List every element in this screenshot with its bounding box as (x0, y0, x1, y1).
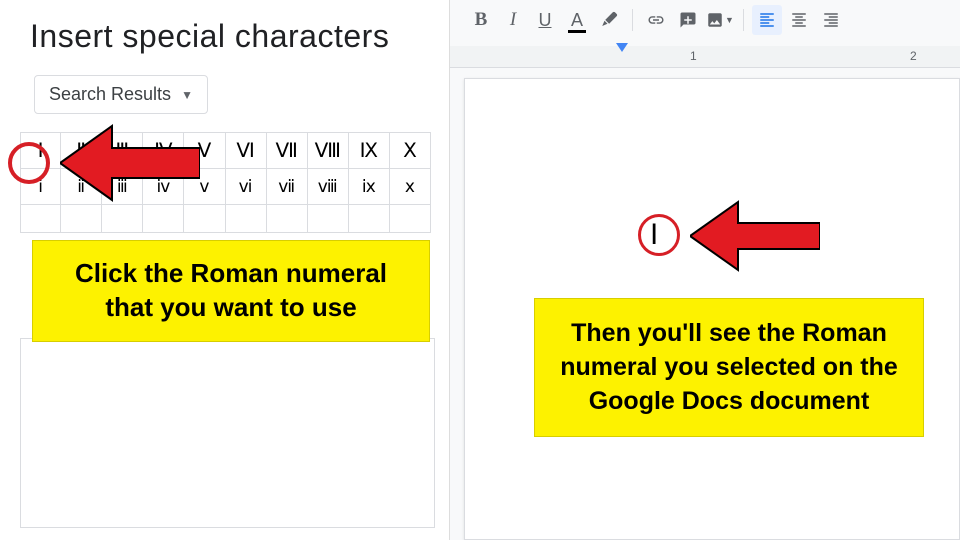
add-comment-button[interactable] (673, 5, 703, 35)
annotation-arrow-right (690, 196, 820, 276)
callout-text: Click the Roman numeral that you want to… (51, 257, 411, 325)
char-cell[interactable]: ⅵ (226, 169, 267, 205)
chevron-down-icon: ▼ (181, 88, 193, 102)
annotation-circle-right (638, 214, 680, 256)
horizontal-ruler[interactable]: 1 2 (450, 46, 960, 68)
char-cell[interactable] (226, 205, 267, 233)
ruler-tick: 1 (690, 49, 697, 63)
char-cell[interactable]: ⅹ (390, 169, 431, 205)
char-cell[interactable]: ⅸ (349, 169, 390, 205)
char-cell[interactable] (390, 205, 431, 233)
search-results-dropdown[interactable]: Search Results ▼ (34, 75, 208, 114)
char-row-blank (20, 205, 431, 233)
text-color-button[interactable]: A (562, 5, 592, 35)
char-cell[interactable] (308, 205, 349, 233)
underline-button[interactable]: U (530, 5, 560, 35)
toolbar-separator (743, 9, 744, 31)
callout-text: Then you'll see the Roman numeral you se… (555, 317, 903, 418)
char-cell[interactable]: Ⅹ (390, 133, 431, 169)
first-line-indent-marker[interactable] (616, 43, 628, 52)
italic-button[interactable]: I (498, 5, 528, 35)
toolbar-separator (632, 9, 633, 31)
annotation-circle-left (8, 142, 50, 184)
char-cell[interactable] (184, 205, 225, 233)
insert-image-button[interactable]: ▼ (705, 5, 735, 35)
align-center-button[interactable] (784, 5, 814, 35)
ruler-tick: 2 (910, 49, 917, 63)
formatting-toolbar: B I U A ▼ (466, 2, 846, 38)
char-cell[interactable] (349, 205, 390, 233)
char-cell[interactable] (61, 205, 102, 233)
align-right-button[interactable] (816, 5, 846, 35)
panel-title: Insert special characters (0, 0, 449, 67)
char-cell[interactable]: Ⅸ (349, 133, 390, 169)
dropdown-label: Search Results (49, 84, 171, 105)
insert-link-button[interactable] (641, 5, 671, 35)
char-cell[interactable] (143, 205, 184, 233)
bold-button[interactable]: B (466, 5, 496, 35)
empty-grid-area (20, 338, 435, 528)
annotation-callout-left: Click the Roman numeral that you want to… (32, 240, 430, 342)
char-cell[interactable] (20, 205, 61, 233)
char-cell[interactable]: Ⅷ (308, 133, 349, 169)
char-cell[interactable]: ⅶ (267, 169, 308, 205)
align-left-button[interactable] (752, 5, 782, 35)
highlight-button[interactable] (594, 5, 624, 35)
char-cell[interactable] (102, 205, 143, 233)
char-cell[interactable]: ⅷ (308, 169, 349, 205)
char-cell[interactable] (267, 205, 308, 233)
char-cell[interactable]: Ⅵ (226, 133, 267, 169)
annotation-callout-right: Then you'll see the Roman numeral you se… (534, 298, 924, 437)
char-cell[interactable]: Ⅶ (267, 133, 308, 169)
annotation-arrow-left (60, 118, 200, 208)
